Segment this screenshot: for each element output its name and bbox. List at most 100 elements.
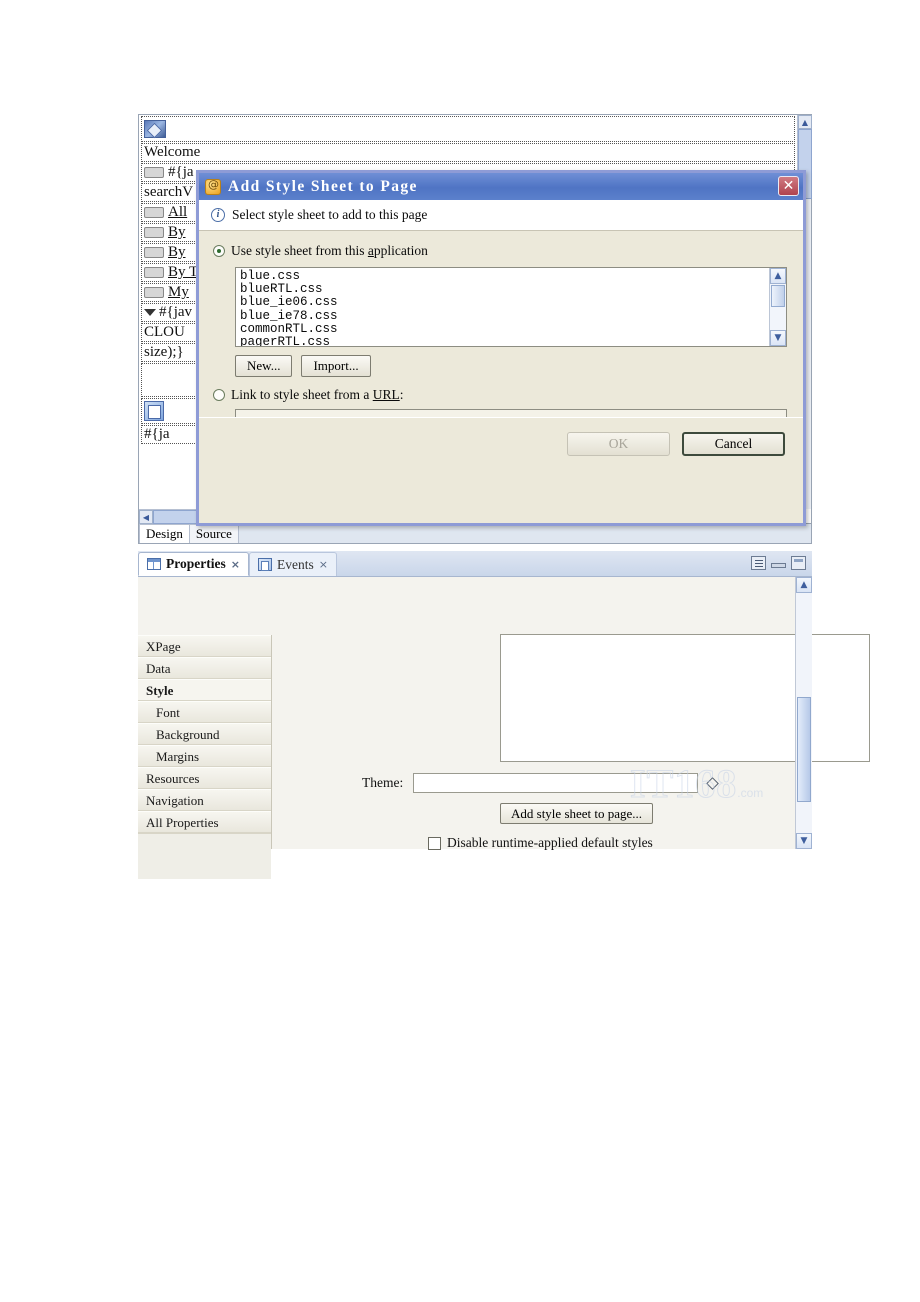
sidebar-item-label: All Properties bbox=[146, 815, 219, 830]
computed-field-icon bbox=[144, 207, 164, 218]
sidebar-item-resources[interactable]: Resources bbox=[138, 767, 271, 789]
radio-link-url[interactable] bbox=[213, 389, 225, 401]
disable-default-styles-checkbox[interactable] bbox=[428, 836, 441, 850]
sidebar-item-font[interactable]: Font bbox=[138, 701, 271, 723]
design-text: size);} bbox=[144, 344, 184, 360]
scroll-down-icon[interactable]: ▼ bbox=[770, 330, 786, 346]
scroll-up-icon[interactable]: ▲ bbox=[798, 115, 812, 129]
dialog-titlebar[interactable]: Add Style Sheet to Page ✕ bbox=[199, 173, 803, 200]
add-style-sheet-button[interactable]: Add style sheet to page... bbox=[500, 803, 654, 824]
new-button-label: New... bbox=[247, 358, 281, 373]
sidebar-item-margins[interactable]: Margins bbox=[138, 745, 271, 767]
editor-hscroll-thumb[interactable] bbox=[153, 510, 199, 524]
label-prefix: Use style sheet from this bbox=[231, 243, 368, 258]
tab-source[interactable]: Source bbox=[188, 524, 239, 543]
scroll-up-icon[interactable]: ▲ bbox=[796, 577, 812, 593]
properties-vertical-scrollbar[interactable]: ▲ ▼ bbox=[795, 577, 812, 849]
theme-input[interactable] bbox=[413, 773, 699, 793]
scroll-down-icon[interactable]: ▼ bbox=[796, 833, 812, 849]
properties-vscroll-thumb[interactable] bbox=[797, 697, 811, 802]
close-icon[interactable]: × bbox=[231, 558, 240, 571]
sidebar-item-label: Data bbox=[146, 661, 171, 676]
minimize-icon[interactable] bbox=[771, 563, 786, 568]
tab-properties[interactable]: Properties × bbox=[138, 552, 249, 576]
maximize-icon[interactable] bbox=[791, 556, 806, 570]
image-placeholder-icon bbox=[144, 120, 166, 138]
import-button[interactable]: Import... bbox=[301, 355, 371, 377]
sidebar-item-xpage[interactable]: XPage bbox=[138, 635, 271, 657]
dialog-app-icon bbox=[205, 178, 221, 195]
radio-use-application-label: Use style sheet from this application bbox=[231, 243, 428, 259]
screenshot-root: Welcome #{ja searchV All By By By T My #… bbox=[0, 0, 920, 1302]
view-menu-icon[interactable] bbox=[751, 556, 766, 570]
computed-field-icon bbox=[144, 227, 164, 238]
sidebar-item-navigation[interactable]: Navigation bbox=[138, 789, 271, 811]
stylesheet-list[interactable]: blue.css blueRTL.css blue_ie06.css blue_… bbox=[236, 268, 769, 346]
properties-tabbar: Properties × Events × bbox=[138, 551, 812, 577]
sidebar-item-data[interactable]: Data bbox=[138, 657, 271, 679]
close-icon[interactable]: ✕ bbox=[778, 176, 799, 196]
theme-row: Theme: bbox=[362, 773, 720, 793]
sidebar-item-label: Style bbox=[146, 683, 174, 698]
tab-events[interactable]: Events × bbox=[248, 552, 337, 576]
sidebar-item-label: Background bbox=[156, 727, 220, 742]
list-item[interactable]: blue_ie78.css bbox=[240, 309, 769, 323]
design-line-image[interactable] bbox=[141, 116, 795, 142]
listbox-scrollbar[interactable]: ▲ ▼ bbox=[769, 268, 786, 346]
list-item[interactable]: blue_ie06.css bbox=[240, 296, 769, 309]
theme-label: Theme: bbox=[362, 775, 404, 790]
label-prefix: Link to style sheet from a bbox=[231, 387, 373, 402]
scroll-left-icon[interactable]: ◀ bbox=[139, 510, 153, 524]
tab-design[interactable]: Design bbox=[139, 524, 190, 543]
tab-design-label: Design bbox=[146, 526, 183, 541]
design-text: CLOU bbox=[144, 324, 185, 340]
scroll-up-icon[interactable]: ▲ bbox=[770, 268, 786, 284]
computed-field-icon bbox=[144, 247, 164, 258]
close-icon[interactable]: × bbox=[319, 558, 328, 571]
computed-field-icon bbox=[144, 167, 164, 178]
compute-value-diamond-icon[interactable] bbox=[706, 776, 720, 790]
sidebar-item-style[interactable]: Style bbox=[138, 679, 271, 701]
panel-tools bbox=[751, 556, 806, 570]
design-text: Welcome bbox=[144, 144, 201, 160]
design-line-welcome[interactable]: Welcome bbox=[141, 143, 795, 162]
sidebar-item-all-properties[interactable]: All Properties bbox=[138, 811, 271, 833]
properties-category-list: XPage Data Style Font Background Margins bbox=[138, 635, 272, 879]
dialog-title: Add Style Sheet to Page bbox=[228, 177, 418, 195]
radio-use-application-row[interactable]: Use style sheet from this application bbox=[213, 243, 789, 259]
disable-default-styles-row[interactable]: Disable runtime-applied default styles bbox=[428, 835, 653, 851]
sidebar-item-background[interactable]: Background bbox=[138, 723, 271, 745]
editor-view-tabs: Design Source bbox=[138, 524, 812, 544]
repeat-control-icon bbox=[144, 401, 164, 421]
design-text: By bbox=[168, 224, 186, 240]
sidebar-item-label: Margins bbox=[156, 749, 200, 764]
design-text: #{jav bbox=[159, 304, 193, 320]
style-pane: Theme: Add style sheet to page... Disabl… bbox=[272, 577, 870, 851]
add-style-sheet-label: Add style sheet to page... bbox=[511, 805, 643, 821]
style-textarea[interactable] bbox=[500, 634, 870, 762]
design-text: My bbox=[168, 284, 189, 300]
properties-panel: Properties × Events × XPage Data Style F… bbox=[138, 551, 870, 879]
radio-use-application[interactable] bbox=[213, 245, 225, 257]
new-button[interactable]: New... bbox=[235, 355, 293, 377]
tab-source-label: Source bbox=[195, 526, 232, 541]
ok-button-label: OK bbox=[608, 435, 629, 451]
cancel-button[interactable]: Cancel bbox=[682, 431, 785, 456]
info-icon: i bbox=[211, 208, 225, 222]
listbox-scroll-thumb[interactable] bbox=[771, 285, 785, 307]
sidebar-item-label: Navigation bbox=[146, 793, 204, 808]
triangle-down-icon bbox=[144, 309, 156, 316]
add-style-sheet-dialog: Add Style Sheet to Page ✕ i Select style… bbox=[196, 170, 806, 526]
computed-field-icon bbox=[144, 267, 164, 278]
radio-link-url-label: Link to style sheet from a URL: bbox=[231, 387, 403, 403]
properties-grid-icon bbox=[147, 558, 161, 570]
sidebar-item-label: XPage bbox=[146, 639, 181, 654]
disable-default-styles-label: Disable runtime-applied default styles bbox=[447, 835, 653, 850]
dialog-info-bar: i Select style sheet to add to this page bbox=[199, 200, 803, 231]
design-text: #{ja bbox=[144, 426, 170, 442]
sidebar-item-label: Font bbox=[156, 705, 180, 720]
list-item[interactable]: pagerRTL.css bbox=[240, 335, 769, 346]
radio-link-url-row[interactable]: Link to style sheet from a URL: bbox=[213, 387, 789, 403]
stylesheet-listbox[interactable]: blue.css blueRTL.css blue_ie06.css blue_… bbox=[235, 267, 787, 347]
ok-button[interactable]: OK bbox=[567, 431, 670, 456]
